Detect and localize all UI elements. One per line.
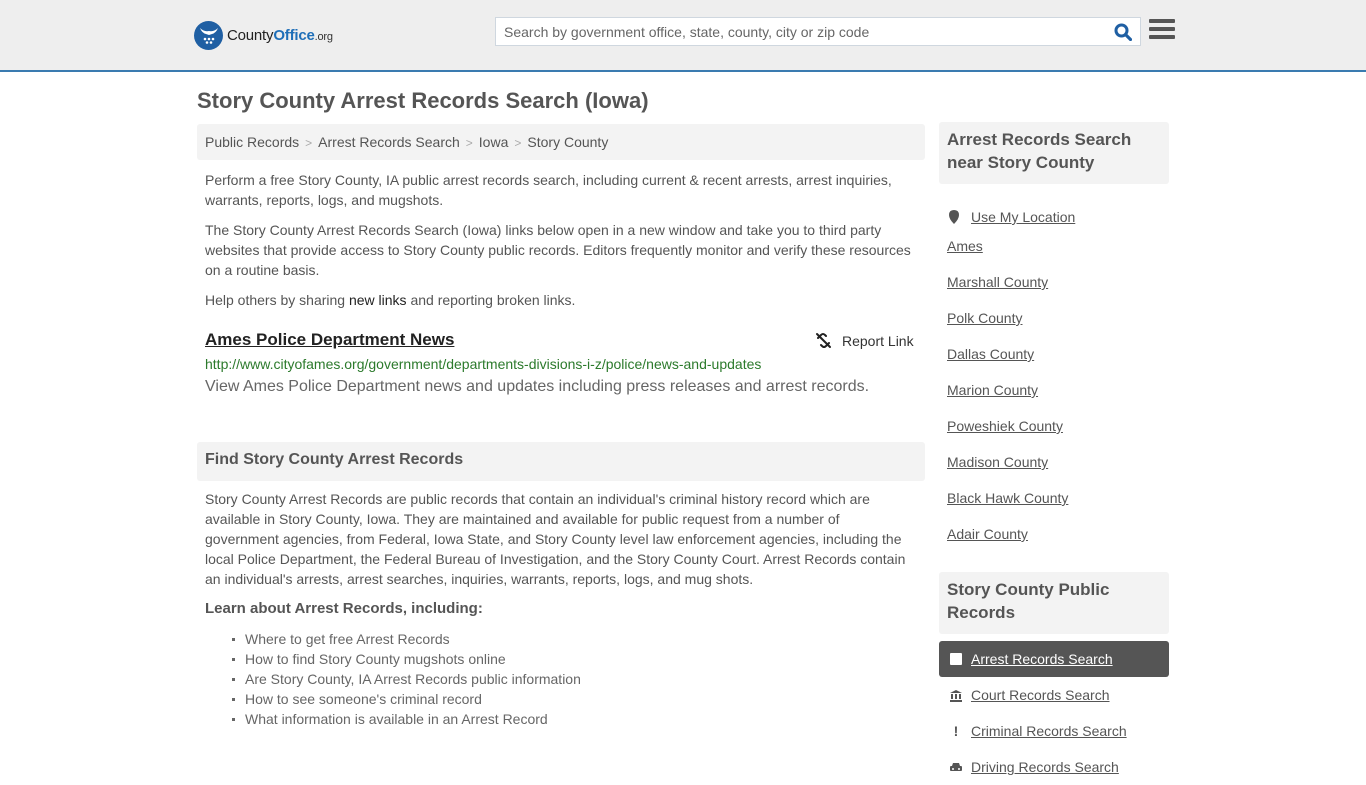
list-item: What information is available in an Arre… [232,709,581,729]
site-logo[interactable]: CountyOffice.org [194,20,333,50]
breadcrumb-separator: > [465,136,473,150]
learn-list: Where to get free Arrest Records How to … [232,629,581,729]
breadcrumb-separator: > [305,136,313,150]
courthouse-icon [949,689,963,702]
result-url: http://www.cityofames.org/government/dep… [205,356,762,372]
disclaimer-text: The Story County Arrest Records Search (… [205,222,911,278]
intro-text: Perform a free Story County, IA public a… [205,172,892,208]
exclamation-icon: ! [953,723,959,739]
records-list: Arrest Records Search Court Records Sear… [939,641,1169,785]
near-link-madison-county[interactable]: Madison County [947,454,1048,470]
eagle-stars-icon [194,20,223,50]
square-icon [949,653,963,665]
search-bar [495,17,1141,46]
near-link-polk-county[interactable]: Polk County [947,310,1022,326]
find-section-body: Story County Arrest Records are public r… [205,491,906,587]
criminal-records-search-link[interactable]: Criminal Records Search [971,723,1127,739]
court-records-search-link[interactable]: Court Records Search [971,687,1110,703]
map-marker-icon [949,210,959,224]
list-item: How to see someone's criminal record [232,689,581,709]
report-link-button[interactable]: Report Link [815,332,914,349]
near-link-poweshiek-county[interactable]: Poweshiek County [947,418,1063,434]
learn-heading: Learn about Arrest Records, including: [205,600,483,617]
records-item-criminal[interactable]: ! Criminal Records Search [939,713,1169,749]
breadcrumb-story-county: Story County [527,134,609,150]
near-link-black-hawk-county[interactable]: Black Hawk County [947,490,1068,506]
car-icon [949,761,963,773]
help-text: Help others by sharing new links and rep… [205,292,576,308]
new-links-link[interactable]: new links [349,292,407,308]
find-section-heading: Find Story County Arrest Records [197,442,925,481]
breadcrumb-iowa[interactable]: Iowa [479,134,509,150]
breadcrumb-arrest-records-search[interactable]: Arrest Records Search [318,134,460,150]
near-link-marshall-county[interactable]: Marshall County [947,274,1048,290]
breadcrumb-separator: > [514,136,522,150]
driving-records-search-link[interactable]: Driving Records Search [971,759,1119,775]
search-icon [1114,23,1132,41]
near-heading: Arrest Records Search near Story County [939,122,1169,184]
use-my-location-link[interactable]: Use My Location [971,206,1075,228]
near-link-ames[interactable]: Ames [947,238,983,254]
hamburger-menu-icon[interactable] [1149,19,1175,43]
near-list: Use My Location Ames Marshall County Pol… [947,199,1075,559]
site-header: CountyOffice.org [0,0,1366,72]
result-description: View Ames Police Department news and upd… [205,378,870,395]
list-item: Where to get free Arrest Records [232,629,581,649]
arrest-records-search-link[interactable]: Arrest Records Search [971,651,1113,667]
breadcrumb-public-records[interactable]: Public Records [205,134,299,150]
search-input[interactable] [496,18,1106,45]
breadcrumb: Public Records > Arrest Records Search > Iow… [197,124,925,160]
near-link-marion-county[interactable]: Marion County [947,382,1038,398]
broken-link-icon [816,333,831,348]
records-heading: Story County Public Records [939,572,1169,634]
records-item-court[interactable]: Court Records Search [939,677,1169,713]
search-button[interactable] [1106,18,1140,45]
near-link-dallas-county[interactable]: Dallas County [947,346,1034,362]
records-item-driving[interactable]: Driving Records Search [939,749,1169,785]
logo-text: CountyOffice.org [227,26,333,44]
list-item: Are Story County, IA Arrest Records publ… [232,671,581,687]
records-item-arrest[interactable]: Arrest Records Search [939,641,1169,677]
near-link-adair-county[interactable]: Adair County [947,526,1028,542]
list-item: How to find Story County mugshots online [232,649,581,669]
use-location-item: Use My Location [947,199,1075,235]
result-title-link[interactable]: Ames Police Department News [205,330,454,350]
page-title: Story County Arrest Records Search (Iowa… [197,88,649,113]
